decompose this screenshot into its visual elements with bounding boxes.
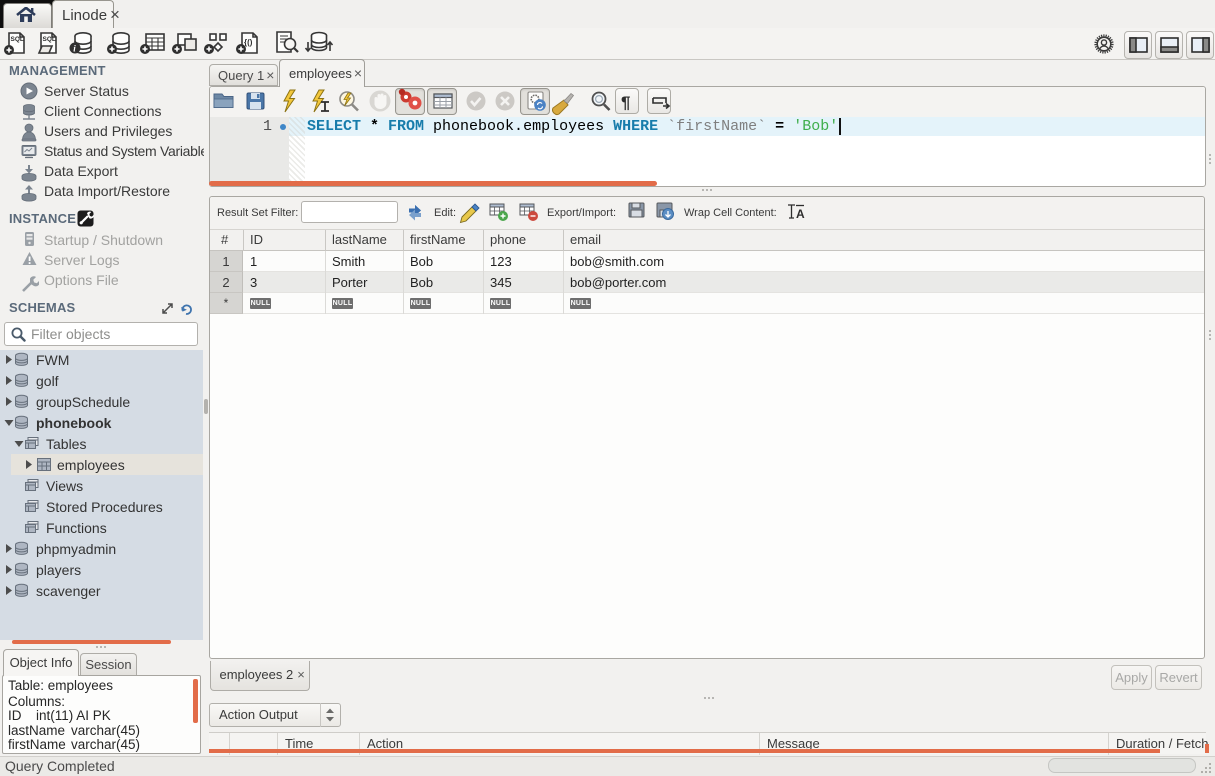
svg-text:SQL: SQL xyxy=(43,36,56,43)
svg-text:¶: ¶ xyxy=(621,93,630,112)
svg-text:SQL: SQL xyxy=(11,36,24,43)
svg-text:A: A xyxy=(796,207,805,221)
svg-text:{(): {() xyxy=(244,38,253,47)
